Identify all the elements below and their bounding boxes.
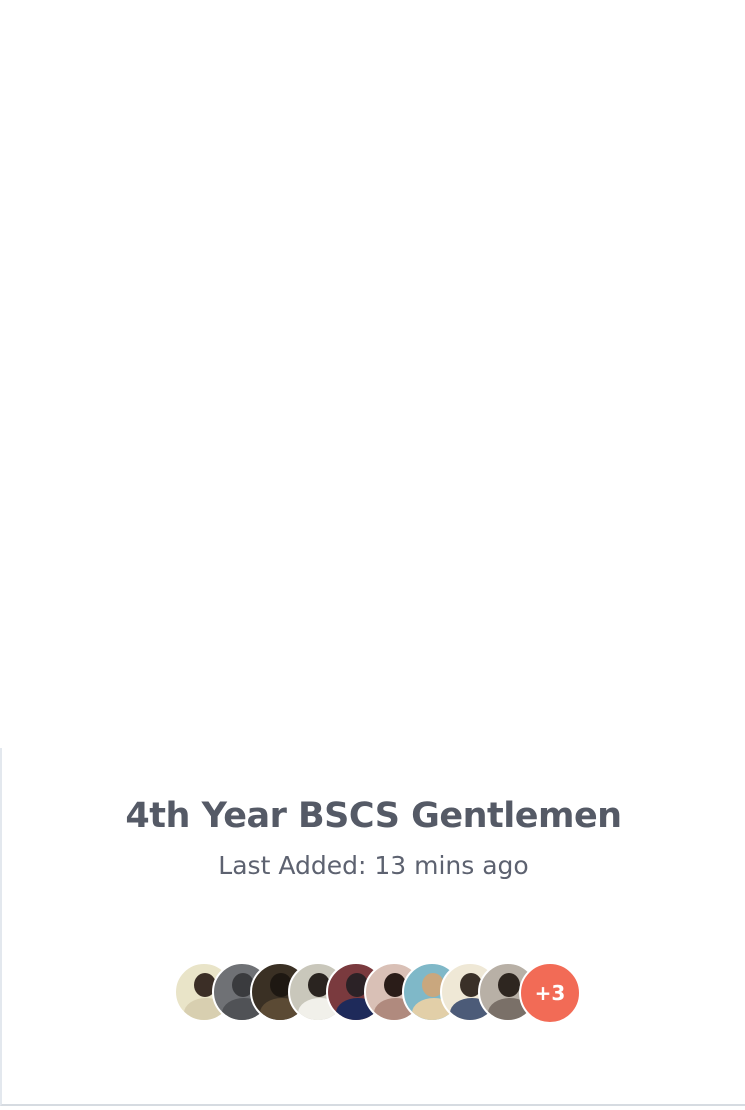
member-avatar-stack[interactable]: +3 xyxy=(174,962,594,1024)
group-cover-area[interactable] xyxy=(0,0,745,748)
group-card-footer: 4th Year BSCS Gentlemen Last Added: 13 m… xyxy=(0,748,745,1106)
group-title[interactable]: 4th Year BSCS Gentlemen xyxy=(2,796,745,836)
more-members-badge[interactable]: +3 xyxy=(519,962,581,1024)
avatar-head-shape xyxy=(498,973,520,997)
last-added-text: Last Added: 13 mins ago xyxy=(218,851,529,880)
group-card-page: 4th Year BSCS Gentlemen Last Added: 13 m… xyxy=(0,0,745,1110)
